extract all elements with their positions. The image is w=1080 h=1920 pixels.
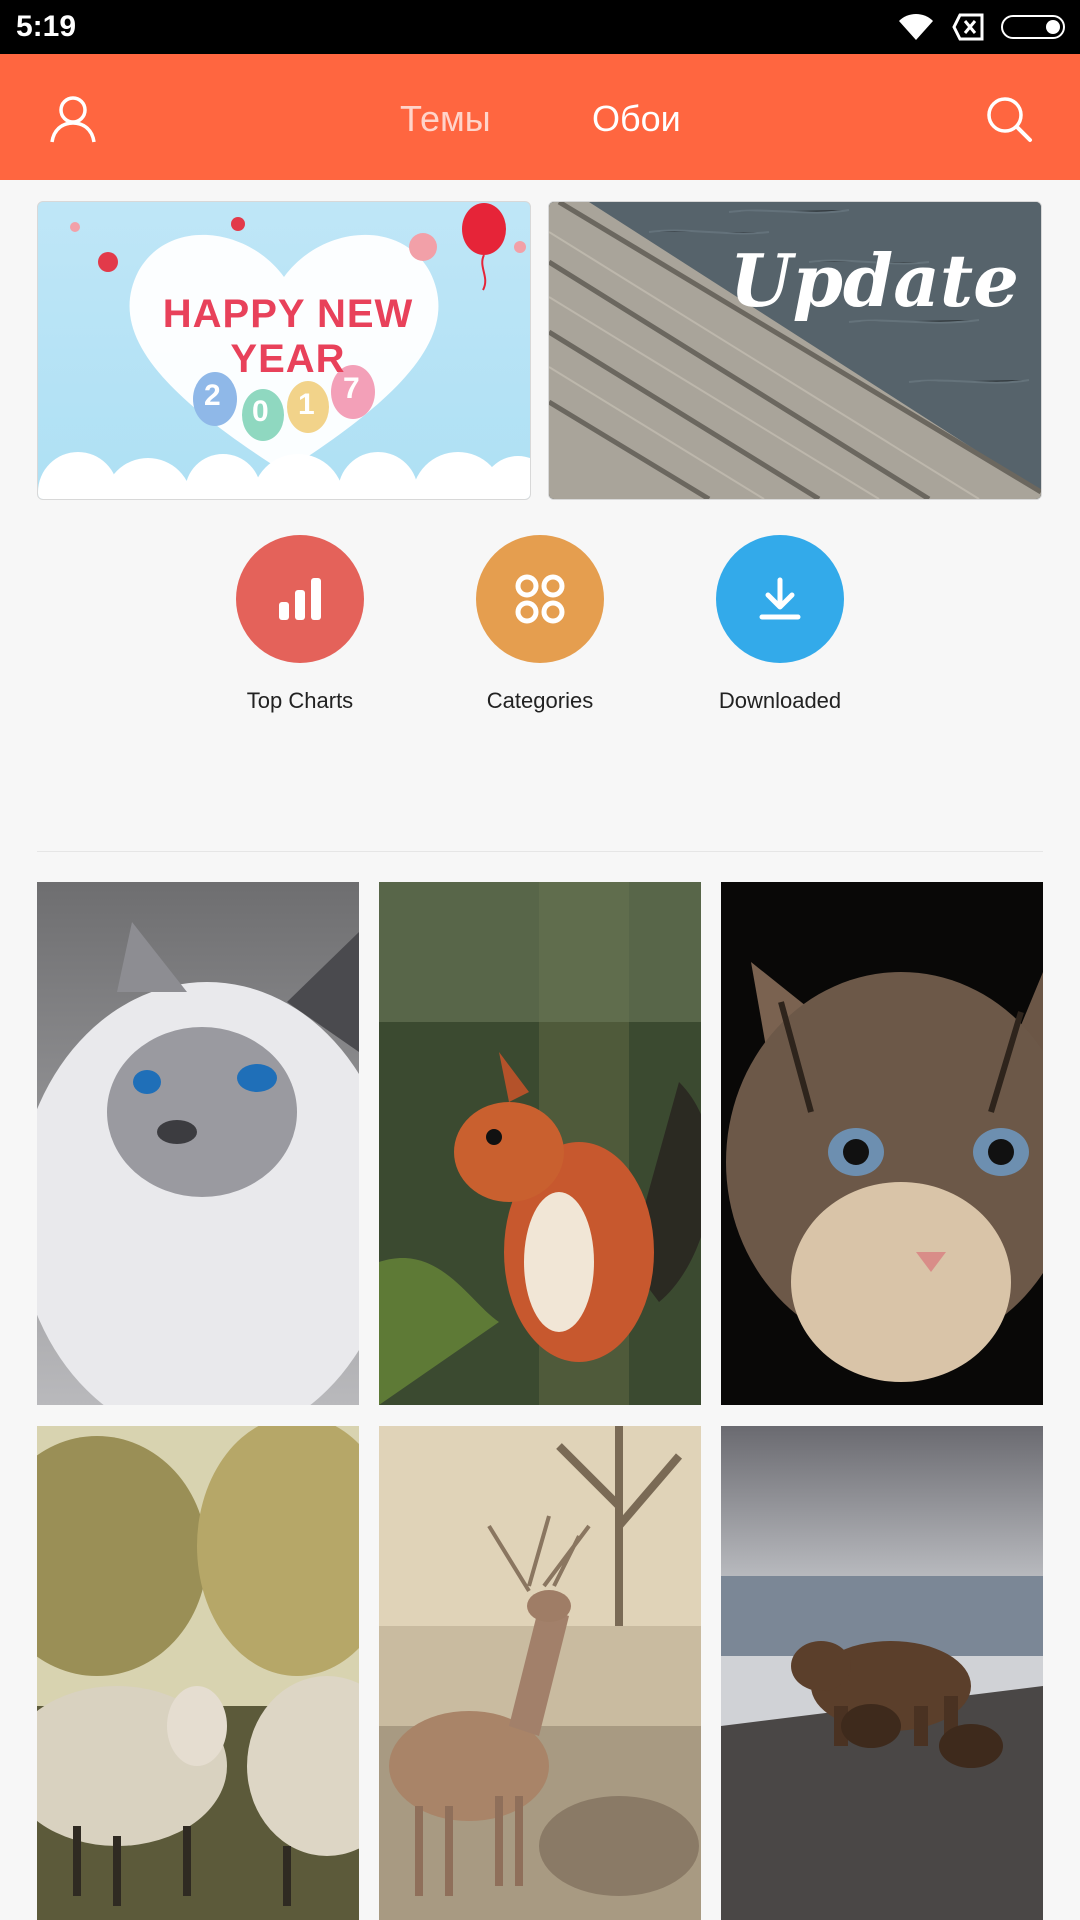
wallpaper-thumbnail-squirrel[interactable] bbox=[379, 882, 701, 1405]
no-sim-icon bbox=[952, 13, 984, 41]
tab-themes[interactable]: Темы bbox=[400, 98, 491, 140]
tab-wallpapers[interactable]: Обои bbox=[592, 98, 681, 140]
update-banner[interactable]: Update bbox=[548, 201, 1042, 500]
year-digit: 2 bbox=[204, 379, 221, 412]
status-bar: 5:19 bbox=[0, 0, 1080, 54]
bear-image bbox=[721, 1426, 1043, 1920]
top-charts-circle bbox=[236, 535, 364, 663]
new-year-title: HAPPY NEW YEAR bbox=[162, 292, 414, 381]
downloaded-circle bbox=[716, 535, 844, 663]
wallpaper-thumbnail-tabby-cat[interactable] bbox=[721, 882, 1043, 1405]
update-title: Update bbox=[729, 238, 1019, 323]
top-charts-label: Top Charts bbox=[246, 688, 354, 713]
white-cat-image bbox=[37, 882, 359, 1405]
downloaded-button[interactable]: Downloaded bbox=[716, 535, 844, 713]
squirrel-image bbox=[379, 882, 701, 1405]
year-digit: 1 bbox=[298, 388, 315, 421]
wallpaper-thumbnail-bear[interactable] bbox=[721, 1426, 1043, 1920]
categories-button[interactable]: Categories bbox=[476, 535, 604, 713]
status-icons bbox=[896, 10, 1066, 44]
categories-label: Categories bbox=[486, 688, 594, 713]
app-bar: Темы Обои bbox=[0, 54, 1080, 180]
top-charts-button[interactable]: Top Charts bbox=[236, 535, 364, 713]
section-divider bbox=[37, 851, 1043, 852]
categories-circle bbox=[476, 535, 604, 663]
year-digit: 0 bbox=[252, 395, 269, 428]
status-time: 5:19 bbox=[16, 10, 77, 43]
battery-icon bbox=[1001, 15, 1065, 39]
grid-circles-icon bbox=[515, 574, 565, 624]
bar-chart-icon bbox=[279, 578, 321, 620]
downloaded-label: Downloaded bbox=[718, 688, 842, 713]
profile-icon[interactable] bbox=[46, 92, 100, 146]
deer-image bbox=[379, 1426, 701, 1920]
wallpaper-thumbnail-sheep[interactable] bbox=[37, 1426, 359, 1920]
new-year-banner[interactable]: HAPPY NEW YEAR 2 0 1 7 bbox=[37, 201, 531, 500]
wifi-icon bbox=[899, 13, 933, 40]
wallpaper-thumbnail-white-cat[interactable] bbox=[37, 882, 359, 1405]
wallpaper-thumbnail-deer[interactable] bbox=[379, 1426, 701, 1920]
year-digit: 7 bbox=[343, 372, 360, 405]
tabby-cat-image bbox=[721, 882, 1043, 1405]
search-icon[interactable] bbox=[982, 92, 1036, 146]
download-icon bbox=[759, 577, 801, 620]
sheep-image bbox=[37, 1426, 359, 1920]
